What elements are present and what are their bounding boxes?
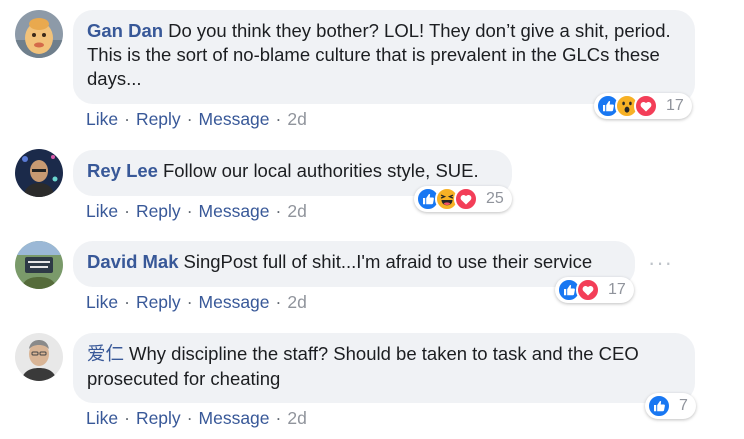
comment-timestamp[interactable]: 2d xyxy=(287,109,306,129)
separator: · xyxy=(186,201,193,221)
reply-link[interactable]: Reply xyxy=(136,408,181,428)
comment-author[interactable]: 爱仁 xyxy=(87,344,124,365)
comment-author[interactable]: Gan Dan xyxy=(87,20,163,41)
avatar[interactable] xyxy=(15,333,63,381)
reactions-summary[interactable]: 7 xyxy=(645,393,696,419)
like-link[interactable]: Like xyxy=(86,201,118,221)
like-icon xyxy=(647,394,671,418)
message-link[interactable]: Message xyxy=(199,201,270,221)
like-link[interactable]: Like xyxy=(86,109,118,129)
avatar[interactable] xyxy=(15,149,63,197)
comment-actions: Like · Reply · Message · 2d xyxy=(86,109,307,130)
reaction-count: 17 xyxy=(608,281,626,298)
like-link[interactable]: Like xyxy=(86,292,118,312)
separator: · xyxy=(124,201,130,221)
comment-actions: Like · Reply · Message · 2d xyxy=(86,292,307,313)
comment-author[interactable]: David Mak xyxy=(87,251,179,272)
like-link[interactable]: Like xyxy=(86,408,118,428)
separator: · xyxy=(186,408,193,428)
comment-text: SingPost full of shit...I'm afraid to us… xyxy=(183,251,593,272)
avatar[interactable] xyxy=(15,10,63,58)
love-icon xyxy=(576,278,600,302)
more-options-icon[interactable]: ··· xyxy=(648,252,673,274)
comment-timestamp[interactable]: 2d xyxy=(287,408,306,428)
love-icon xyxy=(454,187,478,211)
comment-timestamp[interactable]: 2d xyxy=(287,292,306,312)
separator: · xyxy=(124,109,130,129)
comment-actions: Like · Reply · Message · 2d xyxy=(86,201,307,222)
separator: · xyxy=(186,109,193,129)
love-icon xyxy=(634,94,658,118)
reaction-count: 25 xyxy=(486,190,504,207)
avatar[interactable] xyxy=(15,241,63,289)
message-link[interactable]: Message xyxy=(199,292,270,312)
comment-actions: Like · Reply · Message · 2d xyxy=(86,408,307,429)
separator: · xyxy=(186,292,193,312)
comment-timestamp[interactable]: 2d xyxy=(287,201,306,221)
reaction-count: 7 xyxy=(679,397,688,414)
comment-thread: Gan Dan Do you think they bother? LOL! Th… xyxy=(0,0,744,439)
reactions-summary[interactable]: 17 xyxy=(555,277,634,303)
separator: · xyxy=(275,292,282,312)
message-link[interactable]: Message xyxy=(199,109,270,129)
comment-text: Do you think they bother? LOL! They don’… xyxy=(87,20,671,89)
separator: · xyxy=(275,201,282,221)
comment-bubble: David Mak SingPost full of shit...I'm afr… xyxy=(73,241,635,287)
comment-bubble: Gan Dan Do you think they bother? LOL! Th… xyxy=(73,10,695,104)
separator: · xyxy=(275,109,282,129)
reactions-summary[interactable]: 17 xyxy=(594,93,692,119)
comment-author[interactable]: Rey Lee xyxy=(87,160,158,181)
reply-link[interactable]: Reply xyxy=(136,201,181,221)
separator: · xyxy=(124,408,130,428)
separator: · xyxy=(275,408,282,428)
comment-bubble: 爱仁 Why discipline the staff? Should be ta… xyxy=(73,333,695,403)
separator: · xyxy=(124,292,130,312)
reply-link[interactable]: Reply xyxy=(136,109,181,129)
reactions-summary[interactable]: 25 xyxy=(414,186,512,212)
reply-link[interactable]: Reply xyxy=(136,292,181,312)
comment-text: Follow our local authorities style, SUE. xyxy=(162,160,479,181)
reaction-count: 17 xyxy=(666,97,684,114)
message-link[interactable]: Message xyxy=(199,408,270,428)
comment-text: Why discipline the staff? Should be take… xyxy=(87,343,639,389)
